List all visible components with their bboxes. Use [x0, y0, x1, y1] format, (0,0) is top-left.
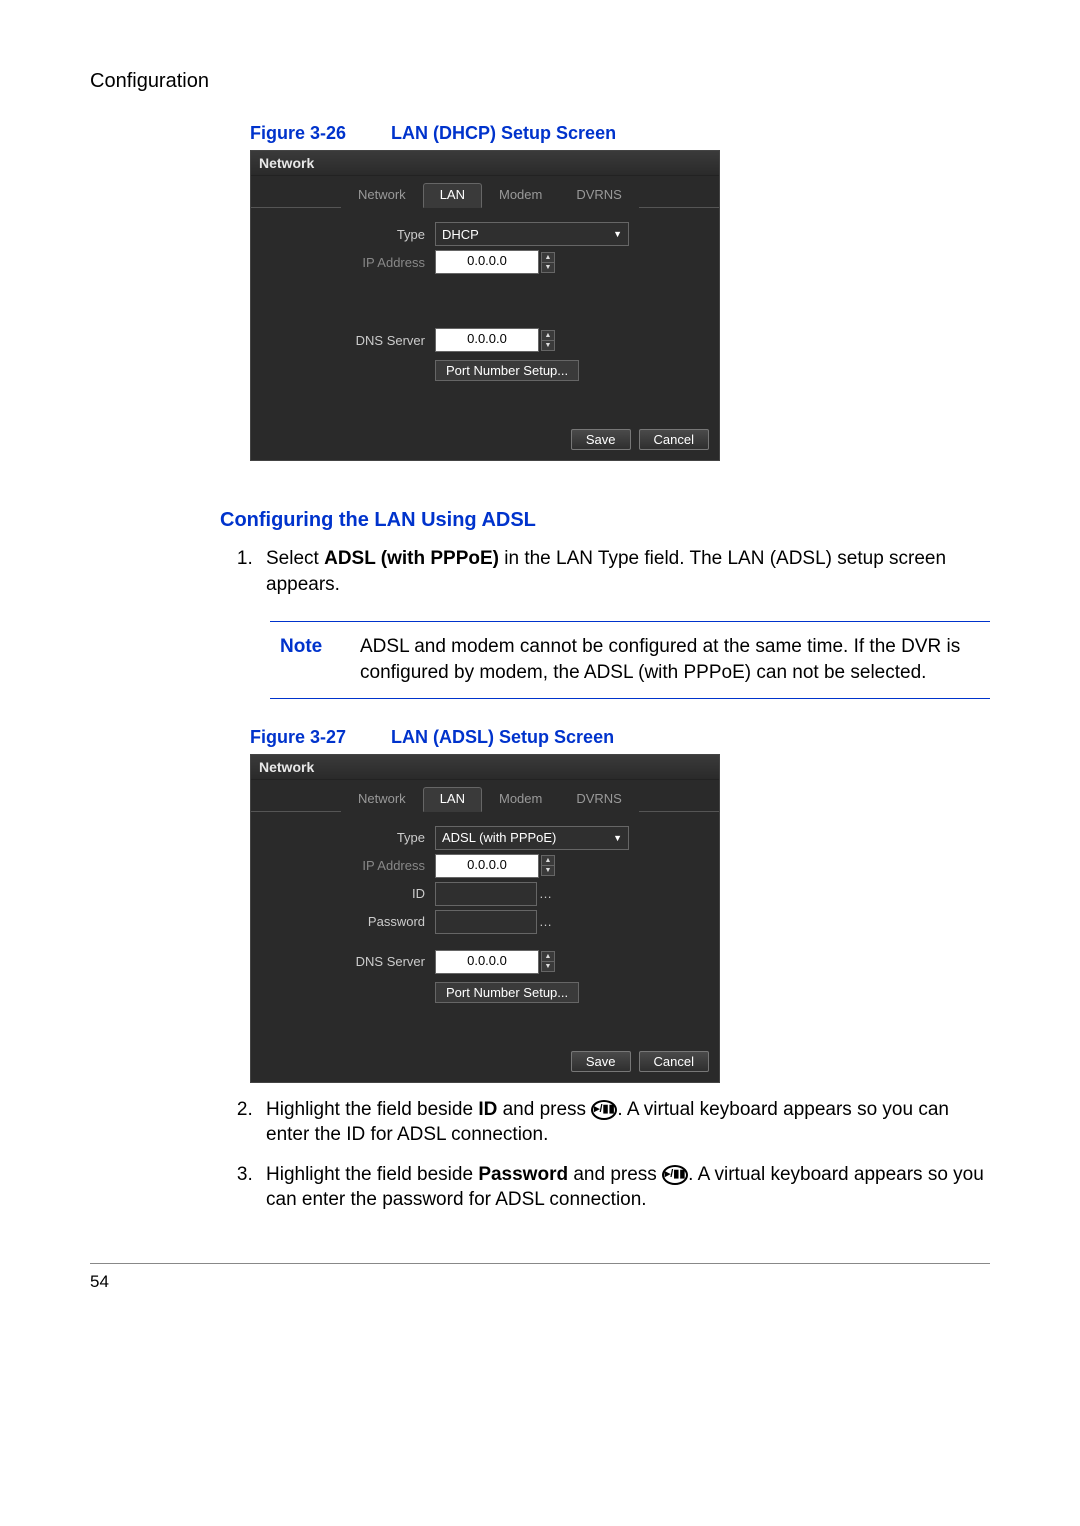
tab-network[interactable]: Network: [341, 787, 423, 812]
password-input[interactable]: [435, 910, 537, 934]
dns-input[interactable]: 0.0.0.0: [435, 950, 539, 974]
window-title: Network: [251, 755, 719, 780]
figure27-title: LAN (ADSL) Setup Screen: [391, 727, 614, 747]
ip-spinner[interactable]: ▲▼: [541, 855, 555, 876]
password-label: Password: [265, 914, 435, 929]
type-select[interactable]: DHCP▼: [435, 222, 629, 246]
type-label: Type: [265, 830, 435, 845]
note-block: Note ADSL and modem cannot be configured…: [280, 634, 990, 685]
figure26-title: LAN (DHCP) Setup Screen: [391, 123, 616, 143]
tab-lan[interactable]: LAN: [423, 183, 482, 208]
subheading-adsl: Configuring the LAN Using ADSL: [220, 509, 990, 532]
id-label: ID: [265, 886, 435, 901]
dns-label: DNS Server: [265, 333, 435, 348]
figure27-screenshot: Network Network LAN Modem DVRNS Type ADS…: [250, 754, 720, 1083]
tab-bar: Network LAN Modem DVRNS: [251, 176, 719, 207]
play-pause-icon: ▸/▮▮: [591, 1100, 617, 1120]
type-label: Type: [265, 227, 435, 242]
id-input[interactable]: [435, 882, 537, 906]
tab-modem[interactable]: Modem: [482, 183, 559, 208]
tab-dvrns[interactable]: DVRNS: [559, 183, 639, 208]
play-pause-icon: ▸/▮▮: [662, 1165, 688, 1185]
tab-network[interactable]: Network: [341, 183, 423, 208]
tab-lan[interactable]: LAN: [423, 787, 482, 812]
cancel-button[interactable]: Cancel: [639, 1051, 709, 1072]
section-header: Configuration: [90, 70, 990, 93]
chevron-down-icon: ▼: [613, 833, 622, 843]
figure27-caption: Figure 3-27 LAN (ADSL) Setup Screen: [250, 727, 990, 748]
tab-modem[interactable]: Modem: [482, 787, 559, 812]
footer-separator: [90, 1263, 990, 1264]
chevron-down-icon: ▼: [613, 229, 622, 239]
ip-input[interactable]: 0.0.0.0: [435, 854, 539, 878]
ip-label: IP Address: [265, 255, 435, 270]
dns-input[interactable]: 0.0.0.0: [435, 328, 539, 352]
step-1: Select ADSL (with PPPoE) in the LAN Type…: [258, 546, 990, 597]
ip-input[interactable]: 0.0.0.0: [435, 250, 539, 274]
tab-dvrns[interactable]: DVRNS: [559, 787, 639, 812]
step-2: Highlight the field beside ID and press …: [258, 1097, 990, 1148]
ip-label: IP Address: [265, 858, 435, 873]
port-setup-button[interactable]: Port Number Setup...: [435, 360, 579, 381]
figure26-label: Figure 3-26: [250, 123, 346, 143]
port-setup-button[interactable]: Port Number Setup...: [435, 982, 579, 1003]
dns-spinner[interactable]: ▲▼: [541, 330, 555, 351]
note-label: Note: [280, 634, 360, 685]
figure27-label: Figure 3-27: [250, 727, 346, 747]
ip-spinner[interactable]: ▲▼: [541, 252, 555, 273]
figure26-screenshot: Network Network LAN Modem DVRNS Type DHC…: [250, 150, 720, 461]
ellipsis-icon: …: [539, 886, 552, 901]
type-select[interactable]: ADSL (with PPPoE)▼: [435, 826, 629, 850]
note-separator-top: [270, 621, 990, 622]
dns-spinner[interactable]: ▲▼: [541, 951, 555, 972]
save-button[interactable]: Save: [571, 429, 631, 450]
note-separator-bottom: [270, 698, 990, 699]
save-button[interactable]: Save: [571, 1051, 631, 1072]
dns-label: DNS Server: [265, 954, 435, 969]
page-number: 54: [90, 1272, 990, 1292]
ellipsis-icon: …: [539, 914, 552, 929]
window-title: Network: [251, 151, 719, 176]
cancel-button[interactable]: Cancel: [639, 429, 709, 450]
note-text: ADSL and modem cannot be configured at t…: [360, 634, 990, 685]
step-3: Highlight the field beside Password and …: [258, 1162, 990, 1213]
tab-bar: Network LAN Modem DVRNS: [251, 780, 719, 811]
figure26-caption: Figure 3-26 LAN (DHCP) Setup Screen: [250, 123, 990, 144]
